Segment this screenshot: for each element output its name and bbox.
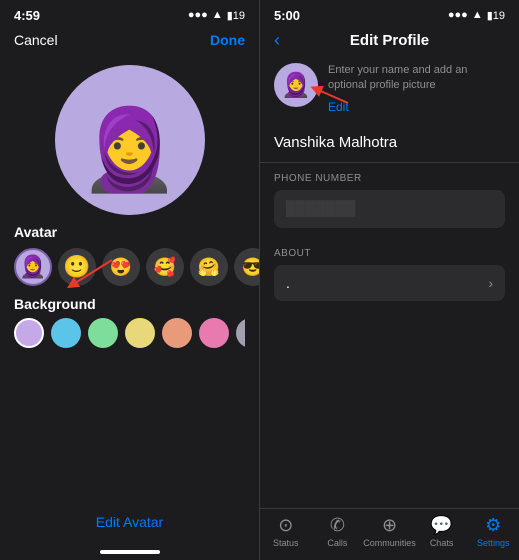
avatar-thumb-3[interactable]: 🥰 [146,248,184,286]
back-button[interactable]: ‹ [274,30,280,51]
top-bar-right: ‹ Edit Profile [260,28,519,55]
avatar-thumb-0[interactable]: 🧕 [14,248,52,286]
communities-icon: ⊕ [382,515,397,536]
phone-field[interactable]: ███████ [274,190,505,228]
time-left: 4:59 [14,8,40,23]
avatar-thumb-1[interactable]: 🙂 [58,248,96,286]
signal-icon: ●●● [188,9,208,21]
name-value: Vanshika Malhotra [274,134,397,151]
top-bar-left: Cancel Done [0,28,259,54]
avatar-emoji-large: 🧕 [80,110,180,190]
wifi-icon: ▲ [212,9,223,21]
tab-calls[interactable]: ✆ Calls [312,515,364,548]
time-right: 5:00 [274,8,300,23]
status-bar-right: 5:00 ●●● ▲ ▮19 [260,0,519,28]
profile-header: 🧕 Enter your name and add an optional pr… [260,55,519,124]
page-title: Edit Profile [350,32,429,49]
avatar-row: 🧕 🙂 😍 🥰 🤗 😎 [0,244,259,290]
color-circle-5[interactable] [199,318,229,348]
home-indicator-left [100,550,160,554]
status-icons-right: ●●● ▲ ▮19 [448,9,505,22]
settings-icon: ⚙ [485,515,501,536]
settings-label: Settings [477,538,510,548]
avatar-section-label: Avatar [0,216,259,244]
profile-hint: Enter your name and add an optional prof… [328,63,505,94]
wifi-icon-right: ▲ [472,9,483,21]
name-field[interactable]: Vanshika Malhotra [260,124,519,163]
phone-value: ███████ [286,200,355,216]
calls-icon: ✆ [330,515,345,536]
avatar-circle: 🧕 [55,65,205,215]
avatar-thumb-5[interactable]: 😎 [234,248,259,286]
status-icons-left: ●●● ▲ ▮19 [188,9,245,22]
background-section: Background [0,290,259,352]
phone-label: PHONE NUMBER [274,173,505,184]
right-panel: 5:00 ●●● ▲ ▮19 ‹ Edit Profile 🧕 Enter yo… [259,0,519,560]
battery-icon: ▮19 [227,9,245,22]
phone-section: PHONE NUMBER ███████ [260,163,519,238]
background-label: Background [14,296,245,312]
tab-communities[interactable]: ⊕ Communities [363,515,416,548]
avatar-thumb-4[interactable]: 🤗 [190,248,228,286]
battery-icon-right: ▮19 [487,9,505,22]
color-circle-2[interactable] [88,318,118,348]
cancel-button[interactable]: Cancel [14,32,58,48]
about-section: ABOUT . › [260,238,519,301]
color-circle-4[interactable] [162,318,192,348]
communities-label: Communities [363,538,416,548]
status-label: Status [273,538,299,548]
edit-avatar-button[interactable]: Edit Avatar [0,504,259,550]
arrow-edit [310,83,350,108]
avatar-preview-container: 🧕 [0,54,259,216]
about-value: . [286,275,290,291]
about-chevron-icon: › [488,275,493,291]
chats-label: Chats [430,538,454,548]
color-circle-0[interactable] [14,318,44,348]
tab-bar: ⊙ Status ✆ Calls ⊕ Communities 💬 Chats ⚙… [260,508,519,560]
calls-label: Calls [327,538,347,548]
color-row [14,318,245,348]
about-label: ABOUT [274,248,505,259]
tab-settings[interactable]: ⚙ Settings [467,515,519,548]
tab-chats[interactable]: 💬 Chats [416,515,468,548]
color-circle-3[interactable] [125,318,155,348]
tab-status[interactable]: ⊙ Status [260,515,312,548]
chats-icon: 💬 [430,515,452,536]
profile-header-right: Enter your name and add an optional prof… [328,63,505,116]
color-circle-1[interactable] [51,318,81,348]
about-row[interactable]: . › [274,265,505,301]
done-button[interactable]: Done [210,32,245,48]
avatar-thumb-2[interactable]: 😍 [102,248,140,286]
signal-icon-right: ●●● [448,9,468,21]
status-icon: ⊙ [278,515,293,536]
status-bar-left: 4:59 ●●● ▲ ▮19 [0,0,259,28]
color-circle-6[interactable] [236,318,245,348]
